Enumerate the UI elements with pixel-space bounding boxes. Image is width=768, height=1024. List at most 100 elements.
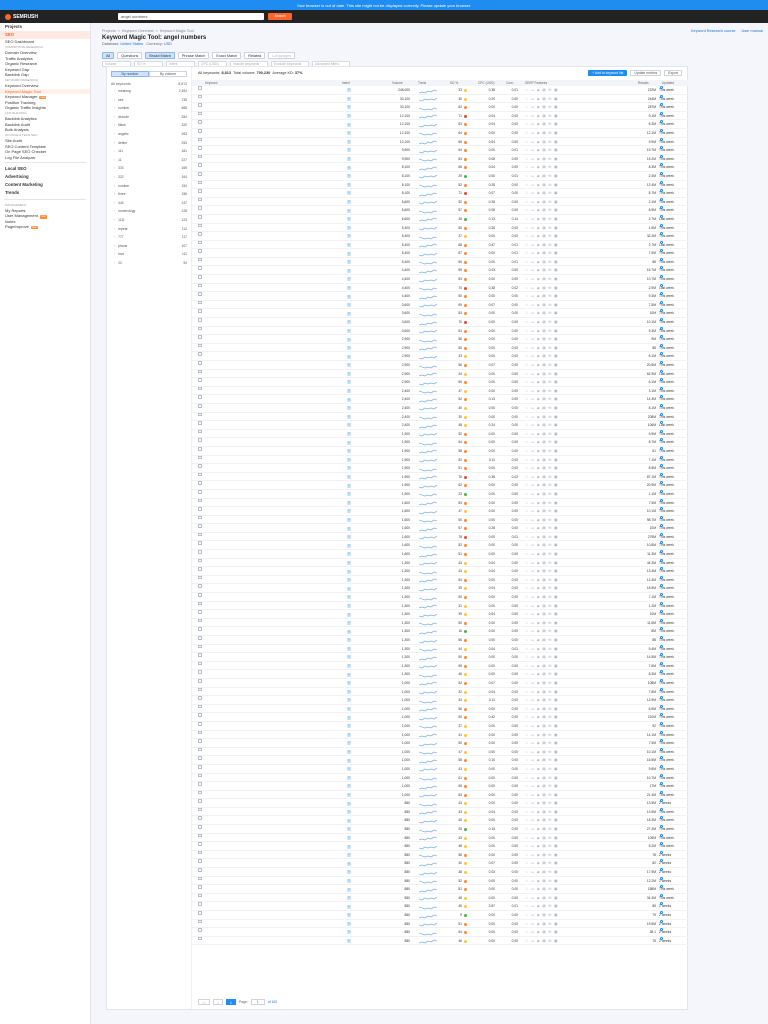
- row-checkbox[interactable]: [198, 335, 202, 339]
- row-checkbox[interactable]: [198, 713, 202, 717]
- row-checkbox[interactable]: [198, 876, 202, 881]
- refresh-icon[interactable]: [660, 446, 663, 450]
- row-checkbox[interactable]: [198, 833, 202, 838]
- sidebar-item-local-seo[interactable]: Local SEO: [0, 165, 90, 173]
- row-checkbox[interactable]: [198, 816, 202, 821]
- row-checkbox[interactable]: [198, 249, 202, 253]
- group-item[interactable]: › phone 107: [107, 242, 191, 251]
- refresh-icon[interactable]: [660, 893, 663, 897]
- row-checkbox[interactable]: [198, 764, 202, 769]
- row-checkbox[interactable]: [198, 481, 202, 485]
- refresh-icon[interactable]: [660, 472, 663, 476]
- row-checkbox[interactable]: [198, 214, 202, 219]
- refresh-icon[interactable]: [660, 283, 663, 287]
- refresh-icon[interactable]: [660, 919, 663, 923]
- refresh-icon[interactable]: [660, 532, 663, 536]
- refresh-icon[interactable]: [660, 197, 663, 201]
- refresh-icon[interactable]: [660, 850, 663, 854]
- refresh-icon[interactable]: [660, 636, 663, 639]
- refresh-icon[interactable]: [660, 773, 663, 777]
- row-checkbox[interactable]: [198, 438, 202, 442]
- row-checkbox[interactable]: [198, 137, 202, 142]
- row-checkbox[interactable]: [198, 747, 202, 752]
- row-checkbox[interactable]: [198, 421, 202, 425]
- row-checkbox[interactable]: [198, 842, 202, 846]
- row-checkbox[interactable]: [198, 378, 202, 382]
- row-checkbox[interactable]: [198, 532, 202, 537]
- row-checkbox[interactable]: [198, 550, 202, 554]
- row-checkbox[interactable]: [198, 361, 202, 365]
- sidebar-item[interactable]: Log File Analyzer: [0, 155, 90, 160]
- row-checkbox[interactable]: [198, 103, 202, 107]
- row-checkbox[interactable]: [198, 739, 202, 743]
- refresh-icon[interactable]: [660, 704, 663, 708]
- row-checkbox[interactable]: [198, 472, 202, 477]
- by-number-toggle[interactable]: By number: [111, 71, 149, 77]
- group-item[interactable]: › see 735: [107, 96, 191, 105]
- row-checkbox[interactable]: [198, 455, 202, 460]
- update-metrics-button[interactable]: Update metrics: [630, 70, 662, 76]
- row-checkbox[interactable]: [198, 850, 202, 855]
- refresh-icon[interactable]: [660, 678, 663, 682]
- refresh-icon[interactable]: [660, 386, 663, 390]
- row-checkbox[interactable]: [198, 670, 202, 674]
- refresh-icon[interactable]: [660, 180, 663, 184]
- refresh-icon[interactable]: [660, 137, 663, 141]
- row-checkbox[interactable]: [198, 464, 202, 468]
- by-volume-toggle[interactable]: By volume: [149, 71, 187, 77]
- refresh-icon[interactable]: [660, 747, 663, 751]
- row-checkbox[interactable]: [198, 730, 202, 735]
- breadcrumb-item[interactable]: Keyword Magic Tool: [160, 29, 194, 33]
- row-checkbox[interactable]: [198, 524, 202, 528]
- row-checkbox[interactable]: [198, 773, 202, 778]
- tab-exact-match[interactable]: Exact Match: [212, 52, 242, 59]
- keyword-research-course-link[interactable]: Keyword Research course: [691, 29, 736, 33]
- breadcrumb-item[interactable]: Projects: [102, 29, 116, 33]
- sidebar-item-trends[interactable]: Trends: [0, 189, 90, 197]
- refresh-icon[interactable]: [660, 300, 663, 304]
- row-checkbox[interactable]: [198, 636, 202, 640]
- refresh-icon[interactable]: [660, 911, 663, 914]
- row-checkbox[interactable]: [198, 678, 202, 683]
- refresh-icon[interactable]: [660, 214, 663, 218]
- breadcrumb-item[interactable]: Keyword Overview: [122, 29, 154, 33]
- row-checkbox[interactable]: [198, 936, 202, 941]
- page-input[interactable]: 1: [250, 999, 265, 1005]
- row-checkbox[interactable]: [198, 189, 202, 193]
- row-checkbox[interactable]: [198, 601, 202, 606]
- row-checkbox[interactable]: [198, 498, 202, 503]
- add-to-keyword-list-button[interactable]: + Add to keyword list: [588, 70, 628, 76]
- row-checkbox[interactable]: [198, 318, 202, 322]
- refresh-icon[interactable]: [660, 876, 663, 880]
- group-item[interactable]: › decode 284: [107, 113, 191, 122]
- tab-questions[interactable]: Questions: [117, 52, 143, 59]
- group-item[interactable]: › number 154: [107, 182, 191, 191]
- row-checkbox[interactable]: [198, 541, 202, 546]
- refresh-icon[interactable]: [660, 86, 663, 89]
- currency-value[interactable]: USD: [164, 42, 172, 46]
- refresh-icon[interactable]: [660, 730, 663, 734]
- row-checkbox[interactable]: [198, 610, 202, 614]
- user-manual-link[interactable]: User manual: [741, 29, 763, 33]
- row-checkbox[interactable]: [198, 309, 202, 314]
- refresh-icon[interactable]: [660, 412, 663, 416]
- refresh-icon[interactable]: [660, 240, 663, 244]
- search-input[interactable]: angel numbers: [118, 13, 264, 20]
- row-checkbox[interactable]: [198, 696, 202, 700]
- refresh-icon[interactable]: [660, 790, 663, 794]
- row-checkbox[interactable]: [198, 567, 202, 571]
- refresh-icon[interactable]: [660, 644, 663, 648]
- refresh-icon[interactable]: [660, 489, 663, 493]
- refresh-icon[interactable]: [660, 498, 663, 502]
- refresh-icon[interactable]: [660, 764, 663, 768]
- group-item[interactable]: › 222 164: [107, 173, 191, 182]
- refresh-icon[interactable]: [660, 455, 663, 459]
- row-checkbox[interactable]: [198, 868, 202, 872]
- group-item[interactable]: › angelic 263: [107, 130, 191, 139]
- refresh-icon[interactable]: [660, 687, 663, 691]
- row-checkbox[interactable]: [198, 446, 202, 451]
- refresh-icon[interactable]: [660, 429, 663, 433]
- prev-page-button[interactable]: <: [212, 999, 223, 1005]
- row-checkbox[interactable]: [198, 661, 202, 666]
- row-checkbox[interactable]: [198, 275, 202, 279]
